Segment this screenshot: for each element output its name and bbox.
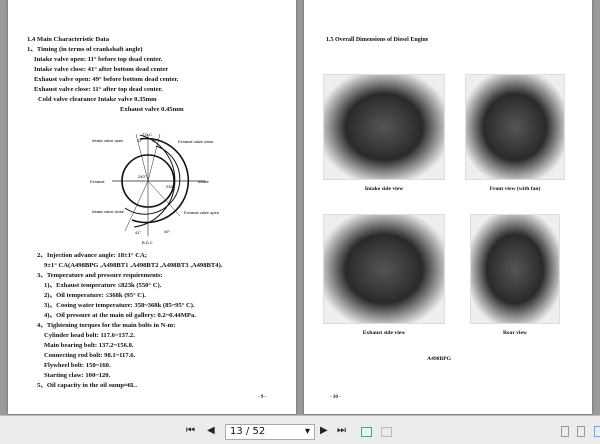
first-page-button[interactable]: ⏮ [186,425,195,436]
bdc-label: B.D.C [142,240,153,245]
angle-label: 11° [137,138,143,143]
tdc-label: T.D.C [142,132,152,137]
text-line: 3、Temperature and pressure requirements: [37,272,163,279]
prev-page-button[interactable]: ◀ [207,425,215,436]
continuous-view-icon[interactable] [577,426,585,437]
pdf-toolbar: ⏮ ◀ 13 / 52 ▾ ▶ ⏭ [0,415,600,444]
text-line: Exhaust valve open: 49° before bottom de… [34,76,179,83]
text-line: 1、Timing (in terms of crankshaft angle) [27,46,143,53]
model-label: A498BPG [427,356,451,362]
fit-width-icon[interactable] [381,427,392,437]
single-page-view-icon[interactable] [561,426,569,437]
photo-caption: Exhaust side view [362,330,406,336]
section-heading: 1.5 Overall Dimensions of Diesel Engine [326,37,429,43]
page-number: - 10 - [330,395,341,400]
chevron-down-icon[interactable]: ▾ [305,426,310,437]
text-line: Starting claw: 100~120. [44,372,111,379]
text-line: Cold valve clearance Intake valve 0.35mm [38,96,157,103]
text-line: 3)、Cooing water temperature: 358~368k (8… [44,302,195,309]
last-page-button[interactable]: ⏭ [337,425,346,436]
intake-close-label: Intake valve close [92,209,125,214]
text-line: Exhaust valve close: 11° after top dead … [34,86,163,93]
text-line: Exhaust valve 0.45mm [120,106,184,113]
text-line: 4、Tightening torques for the main bolts … [37,322,176,329]
photo-caption: Intake side view [364,186,404,192]
next-page-button[interactable]: ▶ [320,425,328,436]
text-line: Main bearing bolt: 137.2~156.8. [44,342,134,349]
exhaust-label: Exhaust [90,179,105,184]
fit-page-icon[interactable] [361,427,372,437]
section-heading: 1.4 Main Characteristic Data [27,36,110,43]
page-number: - 9 - [258,395,267,400]
exhaust-open-label: Exhaust valve open [184,210,219,215]
angle-label: 49° [164,229,170,234]
engine-photo-exhaust-side [323,214,445,324]
text-line: Intake valve open: 11° before top dead c… [34,56,163,63]
exhaust-close-label: Exhaust valve close [178,139,214,144]
intake-label: Intake [198,179,210,184]
angle-label: 240° [138,174,147,179]
page-number-input[interactable]: 13 / 52 ▾ [225,424,315,440]
text-line: 4)、Oil pressure at the main oil gallery:… [44,312,196,319]
text-line: Cylinder head bolt: 117.6~137.2. [44,332,135,339]
text-line: Flywheel bolt: 150~160. [44,362,111,369]
angle-label: 41° [135,230,141,235]
text-line: Connecting rod bolt: 98.1~117.6. [44,352,136,359]
left-page: 1.4 Main Characteristic Data 1、Timing (i… [8,0,296,414]
engine-photo-rear [470,214,560,324]
text-line: 9±1° CA(A498BPG ,A498BT1 ,A498BT2 ,A498B… [44,262,223,269]
photo-caption: Front view (with fan) [489,186,541,192]
text-line: 5、Oil capacity in the oil sump≈6L. [37,382,137,389]
page-value: 13 / 52 [230,426,266,437]
valve-timing-diagram: T.D.C B.D.C 11° 11° 240° 232° 41° 49° In… [90,132,219,245]
two-page-view-icon[interactable] [594,426,600,437]
engine-photo-intake-side [323,74,445,180]
text-line: Intake valve close: 41° after bottom dea… [34,66,169,73]
text-line: 2、Injection advance angle: 18±1° CA; [37,252,147,259]
angle-label: 232° [166,184,175,189]
engine-photo-front [465,74,565,180]
angle-label: 11° [152,138,158,143]
right-page: 1.5 Overall Dimensions of Diesel Engine … [304,0,592,414]
intake-open-label: Intake valve open [92,138,123,143]
text-line: 2)、Oil temperature: ≤368k (95° C). [44,292,146,299]
text-line: 1)、Exhaust temperature ≤823k (550° C). [44,282,162,289]
photo-caption: Rear view [503,330,527,336]
